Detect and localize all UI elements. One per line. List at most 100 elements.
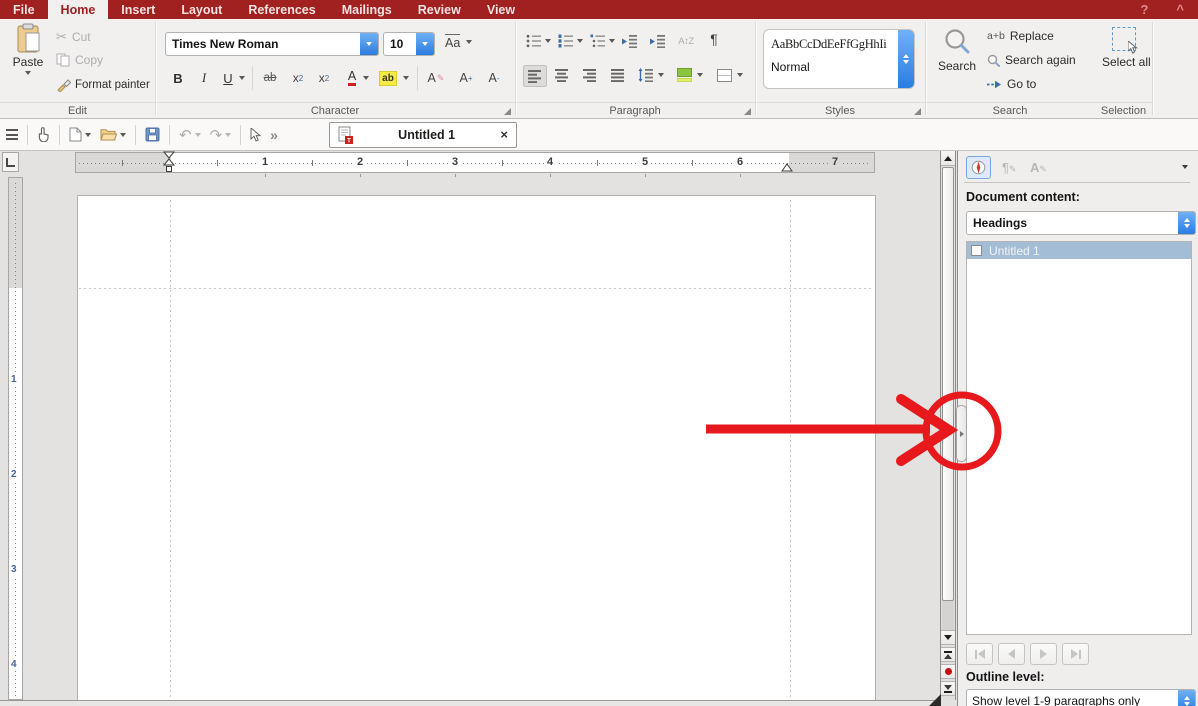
italic-button[interactable]: I bbox=[193, 68, 215, 88]
sidebar-menu-dropdown-icon[interactable] bbox=[1182, 165, 1188, 169]
select-all-button[interactable]: Select all bbox=[1102, 27, 1146, 69]
align-center-button[interactable] bbox=[551, 65, 573, 85]
list-item[interactable]: Untitled 1 bbox=[967, 242, 1191, 259]
outline-list-button[interactable] bbox=[587, 31, 609, 51]
character-dialog-launcher[interactable] bbox=[504, 108, 511, 115]
goto-button[interactable]: Go to bbox=[987, 77, 1036, 91]
font-size-dropdown-icon[interactable] bbox=[416, 33, 434, 55]
font-color-button[interactable]: A bbox=[341, 68, 363, 88]
scrollbar-track[interactable] bbox=[942, 601, 954, 630]
horizontal-scrollbar[interactable] bbox=[0, 700, 941, 706]
numbered-list-button[interactable] bbox=[555, 31, 577, 51]
line-spacing-button[interactable] bbox=[635, 65, 657, 85]
font-name-dropdown-icon[interactable] bbox=[360, 33, 378, 55]
pan-tool-button[interactable] bbox=[37, 127, 50, 142]
tab-home[interactable]: Home bbox=[48, 0, 109, 19]
save-button[interactable] bbox=[145, 127, 160, 142]
tab-review[interactable]: Review bbox=[405, 0, 474, 19]
open-document-button[interactable] bbox=[100, 128, 126, 141]
font-color-dropdown-icon[interactable] bbox=[363, 76, 369, 80]
strikethrough-button[interactable]: ab bbox=[259, 68, 281, 88]
bullet-list-dropdown-icon[interactable] bbox=[545, 39, 551, 43]
numbered-list-dropdown-icon[interactable] bbox=[577, 39, 583, 43]
formatting-marks-button[interactable]: ¶ bbox=[703, 29, 725, 49]
character-style-panel-button[interactable]: A✎ bbox=[1030, 160, 1047, 175]
document-content-select[interactable]: Headings bbox=[966, 211, 1196, 235]
help-icon[interactable]: ? bbox=[1126, 0, 1162, 19]
paragraph-background-button[interactable] bbox=[673, 65, 695, 85]
last-item-button[interactable] bbox=[1062, 643, 1089, 665]
tab-stop-selector[interactable] bbox=[2, 152, 19, 172]
align-right-button[interactable] bbox=[579, 65, 601, 85]
outline-level-spinner[interactable] bbox=[1178, 690, 1195, 706]
menu-icon[interactable] bbox=[6, 129, 18, 140]
document-page[interactable] bbox=[77, 195, 876, 706]
horizontal-ruler[interactable]: 1 2 3 4 5 6 7 bbox=[75, 152, 875, 173]
paragraph-style-panel-button[interactable]: ¶✎ bbox=[1002, 160, 1017, 175]
format-painter-button[interactable]: Format painter bbox=[56, 77, 150, 92]
vertical-ruler[interactable]: 1 2 3 4 bbox=[8, 177, 23, 700]
justify-button[interactable] bbox=[607, 65, 629, 85]
redo-button[interactable]: ↷ bbox=[210, 126, 232, 144]
bold-button[interactable]: B bbox=[167, 68, 189, 88]
align-left-button[interactable] bbox=[523, 65, 547, 87]
toolbar-overflow-icon[interactable]: » bbox=[270, 127, 278, 143]
styles-dialog-launcher[interactable] bbox=[914, 108, 921, 115]
indent-marker[interactable] bbox=[163, 151, 176, 173]
highlight-dropdown-icon[interactable] bbox=[403, 76, 409, 80]
font-name-combobox[interactable]: Times New Roman bbox=[165, 32, 379, 56]
tab-insert[interactable]: Insert bbox=[108, 0, 168, 19]
previous-page-button[interactable] bbox=[941, 647, 955, 662]
outline-level-select[interactable]: Show level 1-9 paragraphs only bbox=[966, 689, 1196, 706]
underline-dropdown-icon[interactable] bbox=[239, 76, 245, 80]
tab-references[interactable]: References bbox=[235, 0, 328, 19]
next-page-button[interactable] bbox=[941, 681, 955, 696]
decrease-indent-button[interactable] bbox=[647, 31, 669, 51]
style-spinner[interactable] bbox=[898, 30, 914, 88]
checkbox[interactable] bbox=[971, 245, 982, 256]
collapse-ribbon-icon[interactable]: ^ bbox=[1162, 0, 1198, 19]
tab-mailings[interactable]: Mailings bbox=[329, 0, 405, 19]
scroll-down-button[interactable] bbox=[941, 630, 955, 645]
search-again-button[interactable]: Search again bbox=[987, 53, 1076, 67]
sort-button[interactable]: A↕Z bbox=[675, 31, 697, 51]
navigator-toggle-button[interactable] bbox=[966, 156, 991, 179]
right-indent-marker[interactable] bbox=[781, 161, 793, 173]
shrink-font-button[interactable]: A- bbox=[483, 68, 505, 88]
paragraph-dialog-launcher[interactable] bbox=[744, 108, 751, 115]
cut-button[interactable]: ✂ Cut bbox=[56, 29, 91, 45]
select-tool-button[interactable] bbox=[250, 128, 261, 142]
navigation-button[interactable] bbox=[941, 664, 955, 679]
increase-indent-button[interactable] bbox=[619, 31, 641, 51]
document-tab-close-icon[interactable]: × bbox=[500, 127, 508, 142]
paste-button[interactable]: Paste bbox=[6, 23, 50, 75]
subscript-button[interactable]: x2 bbox=[287, 68, 309, 88]
search-button[interactable]: Search bbox=[933, 27, 981, 73]
copy-button[interactable]: Copy bbox=[56, 53, 103, 67]
document-content-spinner[interactable] bbox=[1178, 212, 1195, 234]
change-case-button[interactable]: Aa bbox=[445, 34, 472, 50]
paragraph-background-dropdown-icon[interactable] bbox=[697, 73, 703, 77]
scroll-up-button[interactable] bbox=[941, 151, 955, 166]
next-item-button[interactable] bbox=[1030, 643, 1057, 665]
bullet-list-button[interactable] bbox=[523, 31, 545, 51]
new-document-button[interactable] bbox=[69, 127, 91, 142]
style-picker[interactable]: AaBbCcDdEeFfGgHhIi Normal bbox=[763, 29, 915, 89]
highlight-color-button[interactable]: ab bbox=[377, 68, 399, 88]
undo-button[interactable]: ↶ bbox=[179, 126, 201, 144]
grow-font-button[interactable]: A+ bbox=[455, 68, 477, 88]
tab-file[interactable]: File bbox=[0, 0, 48, 19]
outline-list-dropdown-icon[interactable] bbox=[609, 39, 615, 43]
sidebar-splitter-handle[interactable] bbox=[956, 405, 967, 462]
line-spacing-dropdown-icon[interactable] bbox=[658, 73, 664, 77]
borders-button[interactable] bbox=[713, 65, 735, 85]
tab-layout[interactable]: Layout bbox=[168, 0, 235, 19]
first-item-button[interactable] bbox=[966, 643, 993, 665]
replace-button[interactable]: a+b Replace bbox=[987, 29, 1054, 43]
superscript-button[interactable]: x2 bbox=[313, 68, 335, 88]
character-style-button[interactable]: A ✎ bbox=[425, 68, 447, 88]
underline-button[interactable]: U bbox=[217, 68, 239, 88]
scrollbar-thumb[interactable] bbox=[942, 167, 954, 601]
document-tab[interactable]: T Untitled 1 × bbox=[329, 122, 517, 148]
tab-view[interactable]: View bbox=[474, 0, 528, 19]
